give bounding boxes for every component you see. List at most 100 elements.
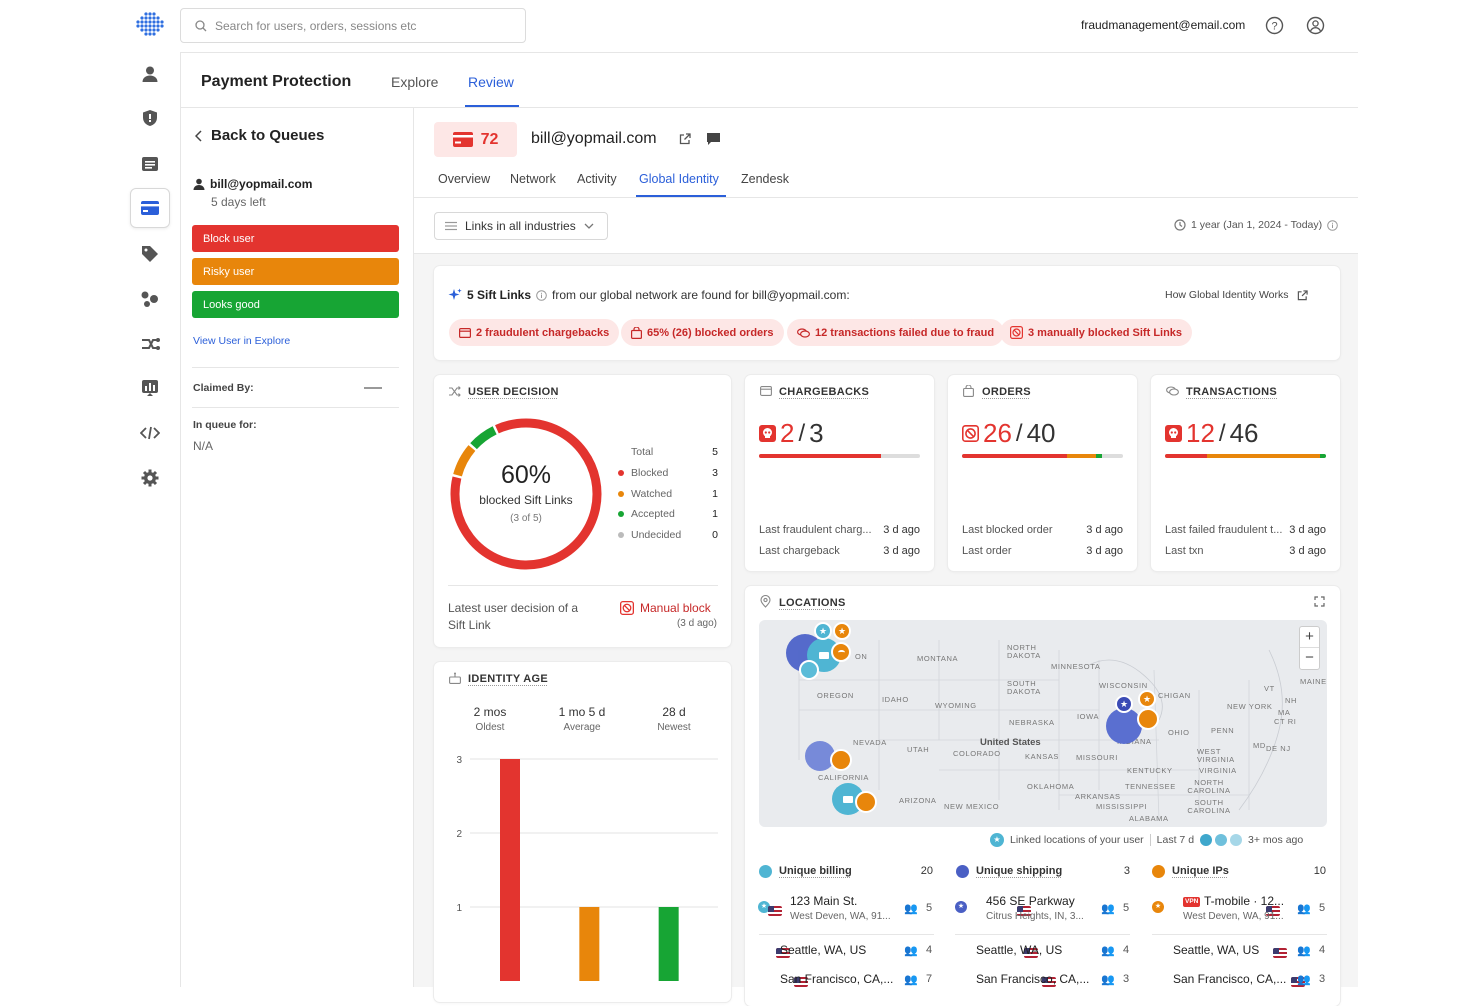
how-global-identity-works-link[interactable]: How Global Identity Works: [1165, 289, 1308, 301]
location-cluster[interactable]: [1137, 708, 1159, 730]
star-marker[interactable]: ★: [1138, 690, 1156, 708]
location-cluster[interactable]: [831, 642, 851, 662]
star-marker[interactable]: ★: [814, 622, 832, 640]
billing-row1-name[interactable]: Seattle, WA, US: [780, 943, 900, 957]
user-icon[interactable]: [136, 60, 164, 88]
expand-icon[interactable]: [1314, 596, 1325, 607]
summary-line: 5 Sift Links from our global network are…: [448, 288, 850, 302]
orders-bar: [962, 454, 1123, 458]
legend-linked-label: Linked locations of your user: [1010, 834, 1144, 846]
external-link-icon[interactable]: [679, 133, 691, 145]
location-cluster[interactable]: [855, 791, 877, 813]
network-icon[interactable]: [136, 285, 164, 313]
search-input[interactable]: Search for users, orders, sessions etc: [180, 8, 526, 43]
zoom-control: + −: [1299, 626, 1320, 670]
map-label: SOUTH CAROLINA: [1187, 798, 1231, 815]
chargebacks-den: 3: [809, 418, 824, 448]
tab-overview[interactable]: Overview: [438, 172, 490, 186]
tab-zendesk[interactable]: Zendesk: [741, 172, 789, 186]
pill-manual-blocks[interactable]: 3 manually blocked Sift Links: [1000, 319, 1193, 346]
svg-text:?: ?: [1271, 21, 1277, 33]
billing-row2-name[interactable]: San Francisco, CA,...: [780, 972, 900, 986]
risk-score-badge[interactable]: 72: [434, 122, 517, 157]
map-label: UTAH: [907, 745, 930, 754]
chargeback-icon: [760, 386, 772, 396]
card-icon: [843, 795, 853, 803]
pill-chargebacks[interactable]: 2 fraudulent chargebacks: [449, 319, 620, 346]
ips-row2-name[interactable]: San Francisco, CA,...: [1173, 972, 1293, 986]
pill-failed-transactions[interactable]: 12 transactions failed due to fraud: [787, 319, 1005, 346]
days-left: 5 days left: [211, 195, 266, 209]
reports-icon[interactable]: [136, 374, 164, 402]
location-cluster[interactable]: [799, 660, 819, 680]
card-icon: [819, 651, 829, 659]
code-icon[interactable]: [136, 419, 164, 447]
map-label: CT RI: [1274, 717, 1297, 726]
ips-divider: [1152, 934, 1327, 935]
star-marker[interactable]: ★: [833, 622, 851, 640]
map-label: MAINE: [1300, 677, 1327, 686]
us-flag-icon: [768, 905, 782, 916]
decision-divider: [448, 585, 718, 586]
zoom-out-button[interactable]: −: [1300, 648, 1319, 669]
date-range[interactable]: 1 year (Jan 1, 2024 - Today): [1174, 219, 1338, 231]
ips-column-count: 10: [1313, 865, 1326, 877]
risky-user-button[interactable]: Risky user: [192, 258, 399, 285]
people-icon: 👥: [1297, 903, 1311, 915]
account-email[interactable]: fraudmanagement@email.com: [1081, 18, 1245, 32]
shipping-column-title[interactable]: Unique shipping: [976, 865, 1062, 877]
ips-column-title[interactable]: Unique IPs: [1172, 865, 1229, 877]
header-divider: [180, 52, 1358, 53]
ips-row1-name[interactable]: Seattle, WA, US: [1173, 943, 1293, 957]
looks-good-button[interactable]: Looks good: [192, 291, 399, 318]
map-label: NORTH DAKOTA: [1007, 643, 1041, 660]
pill-blocked-orders[interactable]: 65% (26) blocked orders: [621, 319, 784, 346]
tab-review[interactable]: Review: [468, 74, 514, 90]
sift-logo[interactable]: [135, 10, 165, 40]
transactions-title: TRANSACTIONS: [1186, 386, 1277, 398]
tag-icon[interactable]: [136, 240, 164, 268]
back-to-queues[interactable]: Back to Queues: [195, 127, 324, 144]
legend-recency-dot: [1200, 834, 1213, 846]
pill-chargebacks-label: 2 fraudulent chargebacks: [476, 326, 610, 339]
star-marker[interactable]: ★: [1115, 695, 1133, 713]
age-average-value: 1 mo 5 d: [558, 705, 606, 719]
zoom-in-button[interactable]: +: [1300, 627, 1319, 648]
shipping-row2-name[interactable]: San Francisco, CA,...: [976, 972, 1096, 986]
list-icon[interactable]: [136, 150, 164, 178]
industry-select-value: Links in all industries: [465, 219, 576, 233]
transactions-den: 46: [1229, 418, 1259, 448]
claimed-by-value[interactable]: [364, 387, 382, 389]
billing-column-title[interactable]: Unique billing: [779, 865, 852, 877]
map-label: ALABAMA: [1129, 814, 1169, 823]
view-user-link[interactable]: View User in Explore: [193, 335, 290, 347]
back-label: Back to Queues: [211, 127, 325, 144]
tab-explore[interactable]: Explore: [391, 74, 438, 90]
settings-icon[interactable]: [136, 464, 164, 492]
workflow-icon[interactable]: [136, 330, 164, 358]
chargebacks-num: 2: [780, 418, 795, 448]
wifi-icon: [837, 649, 845, 655]
comment-icon[interactable]: [707, 133, 720, 145]
latest-decision-value[interactable]: Manual block: [620, 601, 711, 615]
tab-activity[interactable]: Activity: [577, 172, 617, 186]
main-frame-border: [180, 53, 181, 987]
profile-icon[interactable]: [1306, 16, 1325, 35]
tab-global-identity[interactable]: Global Identity: [639, 172, 719, 186]
queue-user[interactable]: bill@yopmail.com: [193, 177, 312, 191]
help-icon[interactable]: ?: [1265, 16, 1284, 35]
location-map[interactable]: NORTH DAKOTA MONTANA MINNESOTA SOUTH DAK…: [759, 620, 1327, 827]
block-user-button[interactable]: Block user: [192, 225, 399, 252]
age-average-label: Average: [563, 722, 601, 733]
shield-icon[interactable]: [136, 104, 164, 132]
block-icon: [1010, 326, 1023, 339]
sift-links-count[interactable]: 5 Sift Links: [467, 288, 531, 302]
tab-network[interactable]: Network: [510, 172, 556, 186]
billing-top-line2: West Deven, WA, 91...: [790, 911, 891, 922]
location-cluster[interactable]: [830, 749, 852, 771]
location-cluster[interactable]: [1106, 708, 1142, 744]
industry-select[interactable]: Links in all industries: [434, 212, 608, 240]
shipping-row1-name[interactable]: Seattle, WA, US: [976, 943, 1096, 957]
payment-icon[interactable]: [130, 188, 170, 228]
map-label: COLORADO: [953, 749, 1001, 758]
